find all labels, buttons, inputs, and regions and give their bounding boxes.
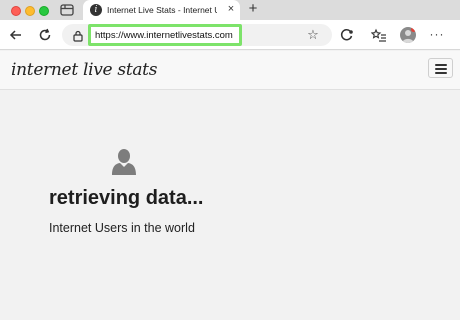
back-arrow-icon[interactable] (8, 27, 24, 43)
notification-dot (411, 27, 416, 32)
browser-toolbar: https://www.internetlivestats.com ☆ ··· (0, 20, 460, 50)
browser-window: i Internet Live Stats - Internet Us × + (0, 0, 460, 320)
collections-icon[interactable] (370, 27, 387, 43)
menu-bar (435, 68, 447, 70)
new-tab-button[interactable]: + (246, 1, 260, 17)
tab-title: Internet Live Stats - Internet Us (107, 5, 217, 15)
user-icon (111, 148, 137, 175)
site-favicon-icon: i (90, 4, 102, 16)
close-window-button[interactable] (11, 6, 21, 16)
main-content: retrieving data... Internet Users in the… (0, 91, 460, 320)
site-header: internet live stats (0, 51, 460, 90)
star-icon[interactable]: ☆ (306, 27, 320, 43)
more-icon[interactable]: ··· (429, 27, 445, 43)
site-logo[interactable]: internet live stats (11, 60, 157, 80)
address-bar[interactable]: https://www.internetlivestats.com ☆ (62, 24, 332, 46)
lock-icon[interactable] (72, 29, 84, 42)
menu-bar (435, 72, 447, 74)
minimize-window-button[interactable] (25, 6, 35, 16)
zoom-window-button[interactable] (39, 6, 49, 16)
hamburger-menu-button[interactable] (428, 58, 453, 78)
tab-strip: i Internet Live Stats - Internet Us × + (0, 0, 460, 21)
url-highlight-box: https://www.internetlivestats.com (88, 24, 242, 46)
tab-close-button[interactable]: × (225, 3, 237, 16)
profile-avatar[interactable] (400, 27, 416, 43)
url-text[interactable]: https://www.internetlivestats.com (95, 30, 233, 41)
status-heading: retrieving data... (49, 187, 204, 209)
extension-icon[interactable] (339, 27, 355, 43)
stat-label: Internet Users in the world (49, 221, 195, 235)
tab-active[interactable]: i Internet Live Stats - Internet Us × (83, 0, 240, 21)
reload-icon[interactable] (37, 27, 53, 43)
menu-bar (435, 64, 447, 66)
tab-grid-icon[interactable] (60, 4, 74, 16)
